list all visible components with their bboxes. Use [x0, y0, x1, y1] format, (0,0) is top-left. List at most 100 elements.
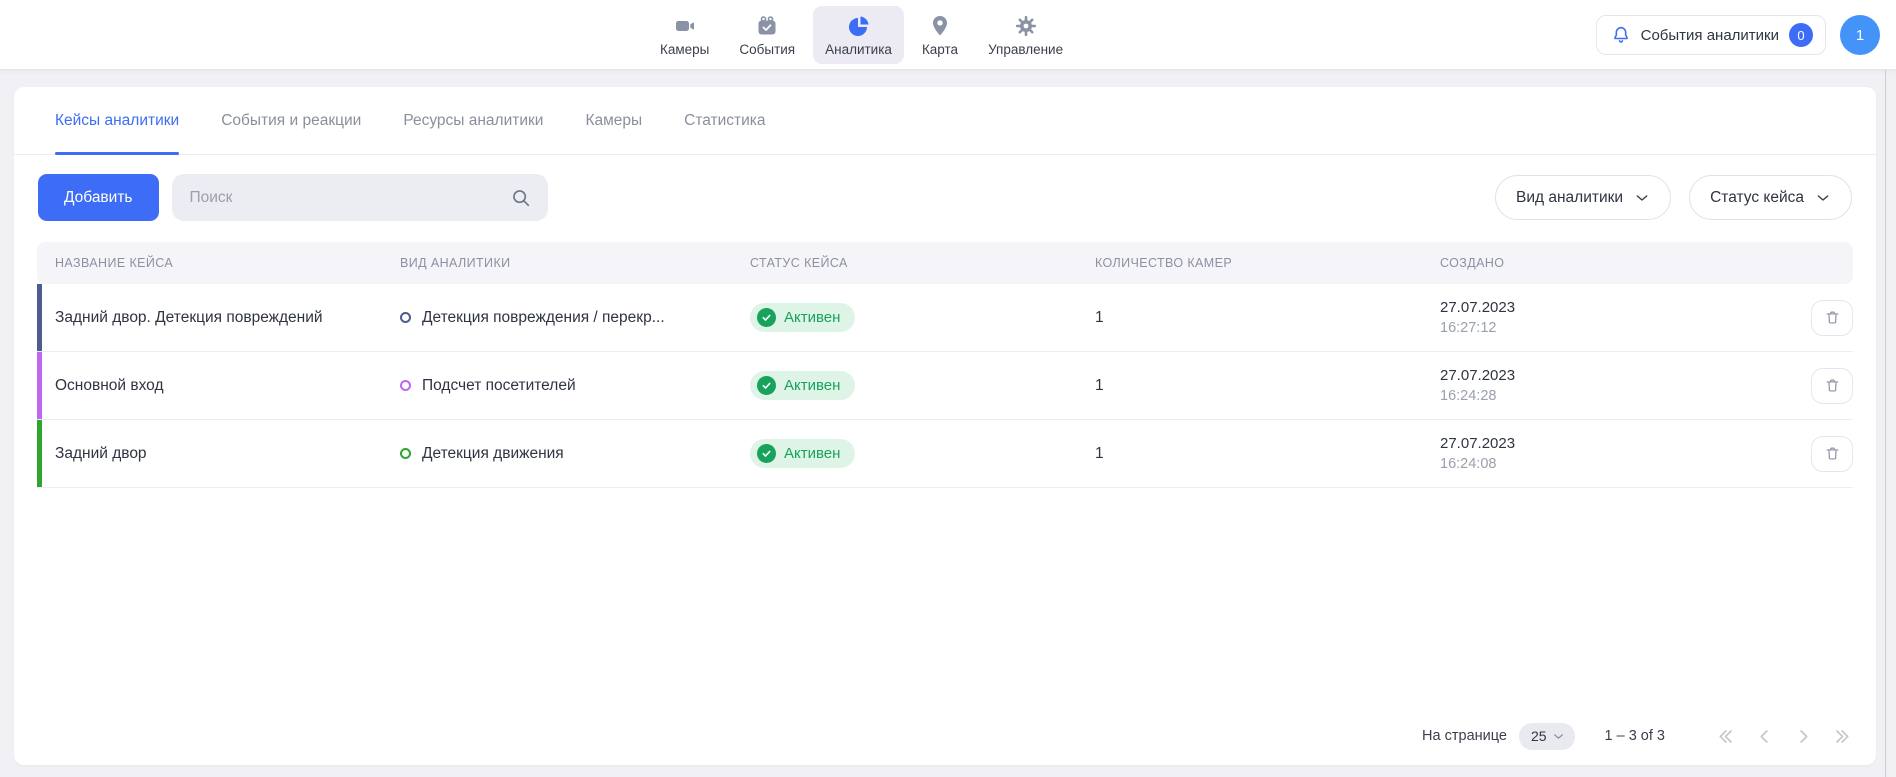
analytics-type-icon [400, 380, 411, 391]
nav-label-cameras: Камеры [660, 42, 709, 57]
nav-item-map[interactable]: Карта [910, 6, 970, 64]
created-cell: 27.07.2023 16:24:28 [1440, 366, 1785, 406]
check-icon [757, 376, 776, 395]
scrollbar[interactable] [1885, 70, 1896, 777]
camera-icon [672, 13, 698, 39]
filter-group: Вид аналитики Статус кейса [1495, 175, 1852, 220]
nav-label-analytics: Аналитика [825, 42, 892, 57]
nav-item-events[interactable]: События [727, 6, 807, 64]
status-label: Активен [784, 377, 840, 394]
header-analytics-type: ВИД АНАЛИТИКИ [400, 256, 750, 270]
chevron-down-icon [1552, 730, 1565, 743]
delete-case-button[interactable] [1811, 300, 1853, 336]
header-case-name: НАЗВАНИЕ КЕЙСА [37, 256, 400, 270]
calendar-check-icon [754, 13, 780, 39]
table-row[interactable]: Основной вход Подсчет посетителей Активе… [37, 352, 1853, 420]
pie-chart-icon [846, 13, 872, 39]
case-status-filter-label: Статус кейса [1710, 189, 1804, 207]
topbar-right-controls: События аналитики 0 1 [1596, 15, 1880, 55]
main-navigation: Камеры События Аналитика Карта [648, 0, 1075, 70]
pagination-bar: На странице 25 1 – 3 of 3 [14, 707, 1876, 765]
analytics-type-cell: Подсчет посетителей [400, 377, 750, 395]
first-page-button[interactable] [1715, 726, 1735, 746]
delete-case-button[interactable] [1811, 436, 1853, 472]
status-badge: Активен [750, 303, 855, 332]
status-cell: Активен [750, 371, 1095, 400]
camera-count: 1 [1095, 309, 1440, 327]
add-case-button[interactable]: Добавить [38, 174, 159, 221]
analytics-type-label: Детекция повреждения / перекр... [422, 309, 665, 327]
per-page-label: На странице [1422, 728, 1507, 744]
analytics-type-icon [400, 312, 411, 323]
nav-item-cameras[interactable]: Камеры [648, 6, 721, 64]
search-box [172, 174, 548, 221]
bell-icon [1611, 25, 1631, 45]
cases-table: НАЗВАНИЕ КЕЙСА ВИД АНАЛИТИКИ СТАТУС КЕЙС… [37, 242, 1853, 488]
actions-cell [1785, 436, 1853, 472]
previous-page-button[interactable] [1754, 726, 1774, 746]
created-cell: 27.07.2023 16:27:12 [1440, 298, 1785, 338]
case-status-filter[interactable]: Статус кейса [1689, 175, 1852, 220]
analytics-type-label: Подсчет посетителей [422, 377, 576, 395]
analytics-type-cell: Детекция движения [400, 445, 750, 463]
chevron-down-icon [1634, 190, 1650, 206]
row-accent-bar [37, 352, 42, 419]
pagination-range: 1 – 3 of 3 [1605, 728, 1665, 744]
created-time: 16:27:12 [1440, 318, 1785, 338]
nav-label-map: Карта [922, 42, 958, 57]
created-date: 27.07.2023 [1440, 434, 1785, 454]
tab-analytics-resources[interactable]: Ресурсы аналитики [403, 87, 543, 154]
case-name: Основной вход [37, 377, 400, 395]
nav-label-management: Управление [988, 42, 1063, 57]
nav-item-management[interactable]: Управление [976, 6, 1075, 64]
actions-cell [1785, 368, 1853, 404]
analytics-type-cell: Детекция повреждения / перекр... [400, 309, 750, 327]
last-page-button[interactable] [1832, 726, 1852, 746]
table-row[interactable]: Задний двор Детекция движения Активен 1 … [37, 420, 1853, 488]
search-icon[interactable] [510, 187, 532, 209]
header-camera-count: КОЛИЧЕСТВО КАМЕР [1095, 256, 1440, 270]
analytics-type-icon [400, 448, 411, 459]
status-cell: Активен [750, 439, 1095, 468]
actions-cell [1785, 300, 1853, 336]
next-page-button[interactable] [1793, 726, 1813, 746]
analytics-page-card: Кейсы аналитики События и реакции Ресурс… [14, 87, 1876, 765]
analytics-tabs: Кейсы аналитики События и реакции Ресурс… [14, 87, 1876, 155]
user-avatar[interactable]: 1 [1840, 15, 1880, 55]
nav-item-analytics[interactable]: Аналитика [813, 6, 904, 64]
created-time: 16:24:28 [1440, 386, 1785, 406]
per-page-value: 25 [1531, 728, 1547, 744]
nav-label-events: События [739, 42, 795, 57]
row-accent-bar [37, 284, 42, 351]
search-input[interactable] [172, 174, 548, 221]
per-page-select[interactable]: 25 [1519, 723, 1575, 750]
tab-cameras[interactable]: Камеры [585, 87, 642, 154]
gear-icon [1013, 13, 1039, 39]
analytics-events-button[interactable]: События аналитики 0 [1596, 15, 1826, 55]
events-count-badge: 0 [1789, 23, 1813, 47]
table-row[interactable]: Задний двор. Детекция повреждений Детекц… [37, 284, 1853, 352]
tab-analytics-cases[interactable]: Кейсы аналитики [55, 87, 179, 154]
analytics-type-label: Детекция движения [422, 445, 564, 463]
check-icon [757, 308, 776, 327]
tab-events-and-reactions[interactable]: События и реакции [221, 87, 361, 154]
chevron-down-icon [1815, 190, 1831, 206]
status-badge: Активен [750, 371, 855, 400]
created-time: 16:24:08 [1440, 454, 1785, 474]
check-icon [757, 444, 776, 463]
tab-statistics[interactable]: Статистика [684, 87, 765, 154]
created-cell: 27.07.2023 16:24:08 [1440, 434, 1785, 474]
header-created: СОЗДАНО [1440, 256, 1785, 270]
pager-controls [1715, 726, 1852, 746]
created-date: 27.07.2023 [1440, 298, 1785, 318]
analytics-type-filter[interactable]: Вид аналитики [1495, 175, 1671, 220]
table-header-row: НАЗВАНИЕ КЕЙСА ВИД АНАЛИТИКИ СТАТУС КЕЙС… [37, 242, 1853, 284]
delete-case-button[interactable] [1811, 368, 1853, 404]
status-cell: Активен [750, 303, 1095, 332]
analytics-type-filter-label: Вид аналитики [1516, 189, 1623, 207]
status-label: Активен [784, 445, 840, 462]
created-date: 27.07.2023 [1440, 366, 1785, 386]
camera-count: 1 [1095, 445, 1440, 463]
status-label: Активен [784, 309, 840, 326]
map-pin-icon [927, 13, 953, 39]
